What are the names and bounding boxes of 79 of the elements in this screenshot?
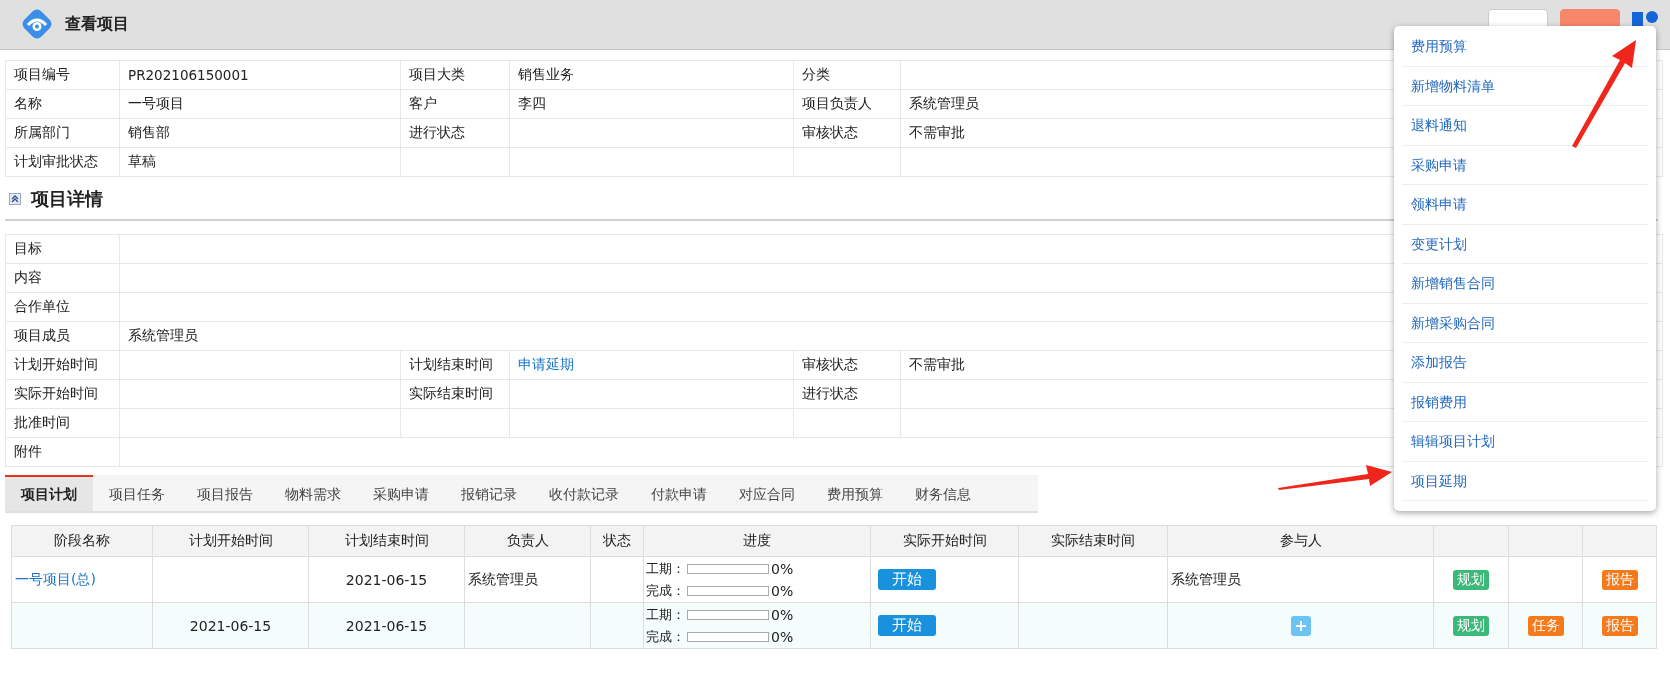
tab[interactable]: 项目任务 [93,475,181,511]
field-label: 项目大类 [401,61,510,90]
field-label: 进行状态 [401,119,510,148]
column-header: 状态 [590,525,644,557]
start-button[interactable]: 开始 [878,569,936,590]
section-title: 项目详情 [31,187,103,211]
progress-reading: 0% [771,628,794,645]
field-value: 销售业务 [510,61,794,90]
start-button[interactable]: 开始 [878,615,936,636]
stage-link[interactable]: 一号项目(总) [15,570,96,587]
tab[interactable]: 报销记录 [445,475,533,511]
field-label: 审核状态 [794,119,901,148]
progress-label: 完成： [646,627,685,646]
field-label: 实际开始时间 [6,380,120,409]
menu-item[interactable]: 变更计划 [1402,224,1648,264]
add-button[interactable] [1290,615,1311,636]
menu-item[interactable]: 采购申请 [1402,145,1648,185]
column-header: 实际结束时间 [1018,525,1168,557]
tab[interactable]: 项目计划 [5,475,93,511]
field-label: 项目编号 [6,61,120,90]
menu-item[interactable]: 新增销售合同 [1402,264,1648,304]
menu-item[interactable]: 辑辑项目计划 [1402,422,1648,462]
field-label: 实际结束时间 [401,380,510,409]
field-label: 审核状态 [794,351,901,380]
tab[interactable]: 对应合同 [723,475,811,511]
tab[interactable]: 物料需求 [269,475,357,511]
collapse-icon[interactable] [9,193,21,205]
column-header: 实际开始时间 [870,525,1019,557]
menu-item[interactable]: 项目延期 [1402,461,1648,501]
table-cell: 系统管理员 [464,556,591,603]
field-label: 客户 [401,90,510,119]
field-label: 合作单位 [6,293,120,322]
menu-item[interactable]: 领料申请 [1402,185,1648,225]
table-cell: 2021-06-15 [152,602,309,649]
field-label: 内容 [6,264,120,293]
menu-item[interactable]: 报销费用 [1402,382,1648,422]
tab[interactable]: 财务信息 [899,475,987,511]
field-label: 项目负责人 [794,90,901,119]
field-label: 计划审批状态 [6,148,120,177]
tab[interactable]: 项目报告 [181,475,269,511]
progress-label: 工期： [646,605,685,624]
field-label: 计划结束时间 [401,351,510,380]
menu-item[interactable]: 添加报告 [1402,343,1648,383]
column-header: 参与人 [1167,525,1434,557]
field-value: 一号项目 [120,90,401,119]
table-cell: 系统管理员 [1167,556,1434,603]
field-label: 名称 [6,90,120,119]
field-value: 草稿 [120,148,401,177]
column-header: 进度 [643,525,871,557]
progress-reading: 0% [771,582,794,599]
field-value: 销售部 [120,119,401,148]
column-header: 阶段名称 [11,525,153,557]
shapes-icon[interactable] [1632,10,1658,28]
menu-item[interactable]: 新增采购合同 [1402,303,1648,343]
field-label: 附件 [6,438,120,467]
field-label: 进行状态 [794,380,901,409]
tab[interactable]: 收付款记录 [533,475,635,511]
field-label: 分类 [794,61,901,90]
table-cell: 2021-06-15 [308,556,465,603]
field-label: 目标 [6,235,120,264]
field-label: 项目成员 [6,322,120,351]
field-value: PR202106150001 [120,61,401,90]
field-label: 批准时间 [6,409,120,438]
table-cell: 2021-06-15 [308,602,465,649]
progress-reading: 0% [771,606,794,623]
progress-label: 工期： [646,559,685,578]
tab[interactable]: 费用预算 [811,475,899,511]
progress-reading: 0% [771,560,794,577]
field-label: 所属部门 [6,119,120,148]
column-header: 计划结束时间 [308,525,465,557]
tab[interactable]: 采购申请 [357,475,445,511]
column-header: 计划开始时间 [152,525,309,557]
progress-label: 完成： [646,581,685,600]
field-label: 计划开始时间 [6,351,120,380]
extend-link[interactable]: 申请延期 [518,356,574,374]
column-header: 负责人 [464,525,591,557]
field-value: 李四 [510,90,794,119]
page-title: 查看项目 [65,14,129,35]
tab[interactable]: 付款申请 [635,475,723,511]
